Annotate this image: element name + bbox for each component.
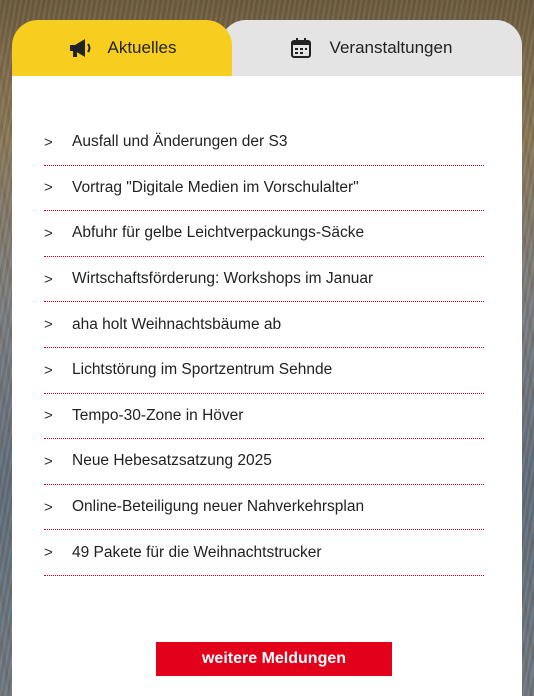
news-item-label: Wirtschaftsförderung: Workshops im Janua…	[72, 270, 374, 288]
chevron-right-icon: >	[44, 407, 53, 425]
chevron-right-icon: >	[44, 224, 53, 242]
news-item-label: Tempo-30-Zone in Höver	[72, 406, 244, 424]
calendar-icon	[290, 37, 316, 59]
news-list: > Ausfall und Änderungen der S3 > Vortrag …	[44, 120, 484, 576]
tab-veranstaltungen-label: Veranstaltungen	[329, 38, 453, 57]
chevron-right-icon: >	[44, 133, 53, 151]
chevron-right-icon: >	[44, 316, 53, 334]
news-item[interactable]: > Abfuhr für gelbe Leichtverpackungs-Säck…	[44, 211, 484, 257]
more-news-button[interactable]: weitere Meldungen	[156, 642, 392, 676]
tab-aktuelles-label: Aktuelles	[107, 38, 177, 57]
news-item[interactable]: > Vortrag "Digitale Medien im Vorschulalt…	[44, 166, 484, 212]
chevron-right-icon: >	[44, 498, 53, 516]
news-item-label: Abfuhr für gelbe Leichtverpackungs-Säcke	[72, 224, 365, 242]
news-content: > Ausfall und Änderungen der S3 > Vortrag …	[12, 76, 522, 696]
news-item[interactable]: > Ausfall und Änderungen der S3	[44, 120, 484, 166]
news-item[interactable]: > Wirtschaftsförderung: Workshops im Janu…	[44, 257, 484, 303]
chevron-right-icon: >	[44, 361, 53, 379]
news-item-label: aha holt Weihnachtsbäume ab	[72, 315, 282, 333]
news-item-label: Lichtstörung im Sportzentrum Sehnde	[72, 361, 333, 379]
news-item[interactable]: > Online-Beteiligung neuer Nahverkehrspla…	[44, 485, 484, 531]
tab-bar: Veranstaltungen Aktuelles	[12, 20, 522, 76]
news-item[interactable]: > aha holt Weihnachtsbäume ab	[44, 302, 484, 348]
news-item-label: 49 Pakete für die Weihnachtstrucker	[72, 543, 322, 561]
news-item-label: Vortrag "Digitale Medien im Vorschulalte…	[72, 178, 359, 196]
tab-aktuelles[interactable]: Aktuelles	[12, 20, 232, 76]
tab-veranstaltungen[interactable]: Veranstaltungen	[220, 20, 522, 76]
chevron-right-icon: >	[44, 544, 53, 562]
chevron-right-icon: >	[44, 270, 53, 288]
chevron-right-icon: >	[44, 179, 53, 197]
megaphone-icon	[68, 37, 94, 59]
news-item[interactable]: > Tempo-30-Zone in Höver	[44, 394, 484, 440]
news-item-label: Neue Hebesatzsatzung 2025	[72, 452, 272, 470]
news-panel: Veranstaltungen Aktuelles > Ausfall und Ä…	[12, 20, 522, 696]
news-item[interactable]: > Lichtstörung im Sportzentrum Sehnde	[44, 348, 484, 394]
news-item[interactable]: > Neue Hebesatzsatzung 2025	[44, 439, 484, 485]
news-item-label: Online-Beteiligung neuer Nahverkehrsplan	[72, 498, 365, 516]
news-item[interactable]: >49 Pakete für die Weihnachtstrucker	[44, 530, 484, 576]
chevron-right-icon: >	[44, 452, 53, 470]
news-item-label: Ausfall und Änderungen der S3	[72, 133, 288, 151]
